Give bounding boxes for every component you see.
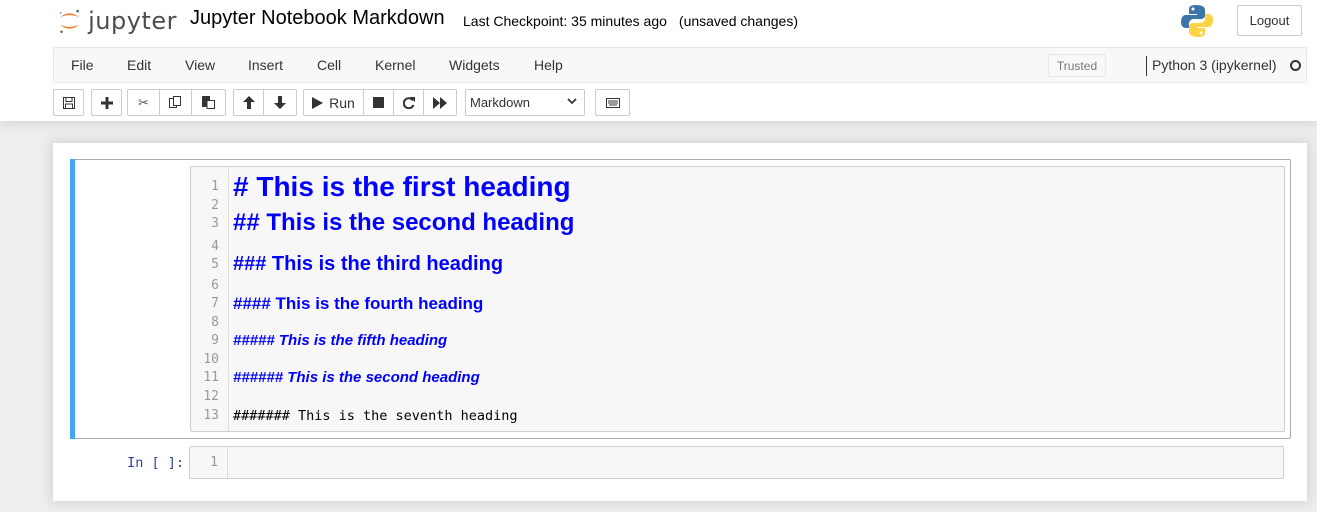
jupyter-logo-icon <box>59 9 80 34</box>
line-number: 10 <box>203 352 219 367</box>
selected-cell-indicator <box>70 159 75 439</box>
editor-line: 8 <box>191 314 1284 332</box>
floppy-icon <box>62 96 75 109</box>
line-number: 1 <box>211 179 219 194</box>
jupyter-logo[interactable]: jupyter <box>57 5 177 37</box>
menu-cell[interactable]: Cell <box>317 48 341 82</box>
cut-button[interactable]: ✂ <box>127 89 160 116</box>
toolbar: ✂ Run Markdown <box>53 89 1307 117</box>
arrow-up-icon <box>242 96 255 109</box>
autosave-status: (unsaved changes) <box>678 13 798 29</box>
menu-view[interactable]: View <box>185 48 215 82</box>
arrow-down-icon <box>274 96 286 109</box>
markdown-cell[interactable]: 1 # This is the first heading 2 3 ## This … <box>70 159 1291 439</box>
editor-line: 9 ##### This is the fifth heading <box>191 332 1284 350</box>
command-palette-button[interactable] <box>595 89 630 116</box>
move-up-button[interactable] <box>233 89 264 116</box>
kernel-idle-icon <box>1290 60 1301 71</box>
paste-button[interactable] <box>192 89 226 116</box>
copy-icon <box>169 96 181 108</box>
fast-forward-icon <box>433 96 447 109</box>
editor-line: 12 <box>191 388 1284 406</box>
kernel-separator <box>1146 56 1147 76</box>
logo-text: jupyter <box>88 7 177 35</box>
restart-run-all-button[interactable] <box>424 89 457 116</box>
scissors-icon: ✂ <box>138 94 149 110</box>
editor-line: 13 ####### This is the seventh heading <box>191 407 1284 425</box>
python-logo-icon <box>1180 3 1214 39</box>
editor-line: 6 <box>191 277 1284 295</box>
keyboard-icon <box>605 97 620 108</box>
run-label: Run <box>329 94 355 111</box>
chevron-down-icon <box>567 98 577 105</box>
kernel-name: Python 3 (ipykernel) <box>1152 57 1277 73</box>
line-number: 7 <box>211 296 219 311</box>
logout-button[interactable]: Logout <box>1237 5 1302 36</box>
play-icon <box>312 96 324 109</box>
code-editor[interactable]: 1 <box>189 446 1284 479</box>
menubar: File Edit View Insert Cell Kernel Widget… <box>53 47 1307 83</box>
header: jupyter Jupyter Notebook Markdown Last C… <box>0 0 1317 121</box>
paste-icon <box>202 96 215 109</box>
run-button[interactable]: Run <box>303 89 364 116</box>
cell-type-select[interactable]: Markdown <box>465 89 585 116</box>
restart-button[interactable] <box>394 89 424 116</box>
editor-line: 10 <box>191 351 1284 369</box>
cell-type-value: Markdown <box>470 95 530 110</box>
last-checkpoint: Last Checkpoint: 35 minutes ago <box>463 13 667 29</box>
line-number: 13 <box>203 408 219 423</box>
checkpoint-status: Last Checkpoint: 35 minutes ago (unsaved … <box>463 13 798 29</box>
refresh-icon <box>402 96 415 109</box>
notebook-title[interactable]: Jupyter Notebook Markdown <box>190 7 445 30</box>
plus-icon <box>100 96 113 109</box>
trusted-indicator[interactable]: Trusted <box>1048 54 1106 77</box>
interrupt-button[interactable] <box>364 89 394 116</box>
menu-insert[interactable]: Insert <box>248 48 283 82</box>
line-text: ###### This is the second heading <box>233 369 480 386</box>
line-number: 3 <box>211 216 219 231</box>
notebook-container: 1 # This is the first heading 2 3 ## This … <box>53 143 1307 501</box>
line-number: 4 <box>211 239 219 254</box>
move-down-button[interactable] <box>264 89 297 116</box>
line-text: ##### This is the fifth heading <box>233 332 448 349</box>
line-number: 1 <box>210 455 218 470</box>
line-number: 5 <box>211 257 219 272</box>
line-text: ####### This is the seventh heading <box>233 408 518 424</box>
input-prompt: In [ ]: <box>127 455 184 471</box>
editor-line: 11 ###### This is the second heading <box>191 369 1284 387</box>
line-number: 12 <box>203 389 219 404</box>
line-number: 2 <box>211 198 219 213</box>
copy-button[interactable] <box>160 89 192 116</box>
line-text: ## This is the second heading <box>233 209 575 236</box>
save-button[interactable] <box>53 89 84 116</box>
stop-icon <box>373 97 384 108</box>
header-bar: jupyter Jupyter Notebook Markdown Last C… <box>0 0 1317 44</box>
line-number-gutter: 1 <box>190 447 228 478</box>
line-number: 11 <box>203 370 219 385</box>
line-text: #### This is the fourth heading <box>233 294 484 313</box>
code-cell[interactable]: In [ ]: 1 <box>70 443 1291 483</box>
insert-cell-button[interactable] <box>91 89 122 116</box>
line-number: 8 <box>211 315 219 330</box>
menu-kernel[interactable]: Kernel <box>375 48 415 82</box>
markdown-editor[interactable]: 1 # This is the first heading 2 3 ## This … <box>190 166 1285 432</box>
line-number: 6 <box>211 278 219 293</box>
menu-file[interactable]: File <box>71 48 94 82</box>
line-text: ### This is the third heading <box>233 253 504 275</box>
menu-help[interactable]: Help <box>534 48 563 82</box>
editor-line: 5 ### This is the third heading <box>191 253 1284 275</box>
editor-line: 7 #### This is the fourth heading <box>191 294 1284 313</box>
menu-widgets[interactable]: Widgets <box>449 48 500 82</box>
line-number: 9 <box>211 333 219 348</box>
menu-edit[interactable]: Edit <box>127 48 151 82</box>
